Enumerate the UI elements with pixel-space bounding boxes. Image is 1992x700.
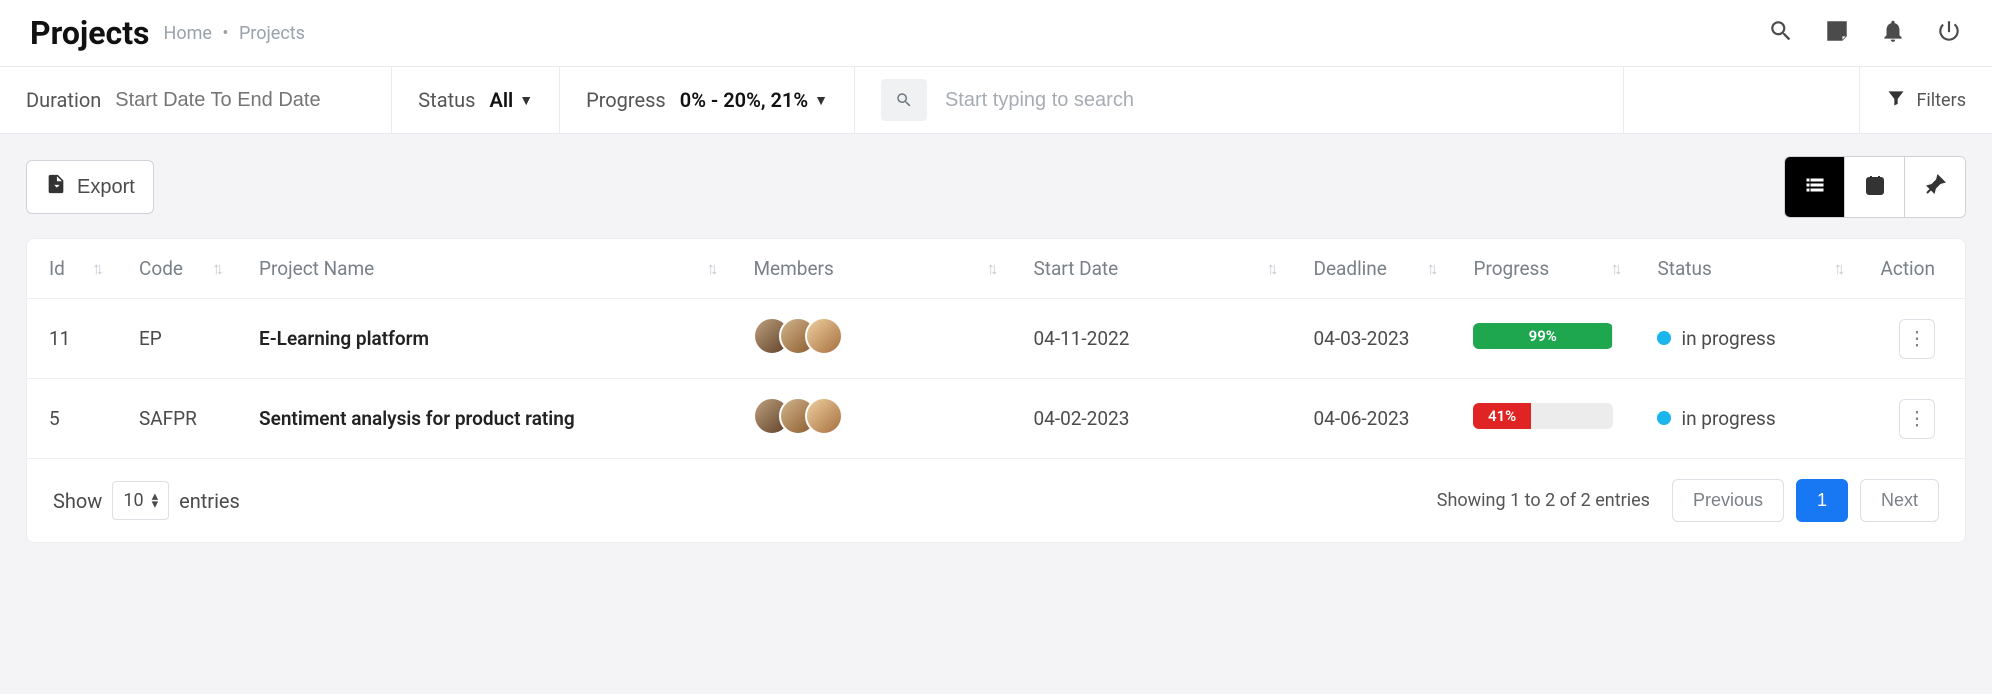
cell-action: ⋮ <box>1858 379 1965 459</box>
cell-deadline: 04-03-2023 <box>1291 299 1451 379</box>
progress-value[interactable]: 0% - 20%, 21% ▼ <box>680 88 828 112</box>
duration-input[interactable] <box>115 89 365 112</box>
table-row: 5 SAFPR Sentiment analysis for product r… <box>27 379 1965 459</box>
projects-table-panel: Id↑↓ Code↑↓ Project Name↑↓ Members↑↓ Sta… <box>26 238 1966 543</box>
cell-code: EP <box>117 299 237 379</box>
col-members[interactable]: Members↑↓ <box>731 239 1011 299</box>
calendar-icon <box>1863 173 1887 202</box>
cell-members <box>731 379 1011 459</box>
cell-action: ⋮ <box>1858 299 1965 379</box>
pin-view-button[interactable] <box>1905 157 1965 217</box>
avatar[interactable] <box>805 317 843 355</box>
show-label: Show <box>53 489 102 513</box>
more-vertical-icon: ⋮ <box>1908 407 1927 430</box>
page-title: Projects <box>30 14 149 52</box>
export-icon <box>45 173 67 201</box>
cell-project-name[interactable]: Sentiment analysis for product rating <box>237 379 731 459</box>
cell-project-name[interactable]: E-Learning platform <box>237 299 731 379</box>
col-project-name[interactable]: Project Name↑↓ <box>237 239 731 299</box>
cell-deadline: 04-06-2023 <box>1291 379 1451 459</box>
row-actions-button[interactable]: ⋮ <box>1899 319 1935 359</box>
col-status[interactable]: Status↑↓ <box>1635 239 1858 299</box>
search-cell <box>855 67 1624 133</box>
search-icon[interactable] <box>881 79 927 121</box>
status-filter[interactable]: Status All ▼ <box>392 67 560 133</box>
col-progress[interactable]: Progress↑↓ <box>1451 239 1635 299</box>
bell-icon[interactable] <box>1880 18 1906 49</box>
progress-filter[interactable]: Progress 0% - 20%, 21% ▼ <box>560 67 855 133</box>
entries-selector: Show 10 ▴▾ entries <box>53 481 240 520</box>
breadcrumb-separator: • <box>216 23 234 44</box>
cell-members <box>731 299 1011 379</box>
caret-down-icon: ▼ <box>814 92 828 109</box>
status-dot-icon <box>1657 411 1671 425</box>
breadcrumb: Home • Projects <box>163 23 304 44</box>
row-actions-button[interactable]: ⋮ <box>1899 399 1935 439</box>
search-icon[interactable] <box>1768 18 1794 49</box>
filters-button[interactable]: Filters <box>1860 67 1992 133</box>
cell-status: in progress <box>1635 379 1858 459</box>
cell-id: 5 <box>27 379 117 459</box>
filters-label: Filters <box>1916 90 1966 111</box>
pagination: Previous 1 Next <box>1672 479 1939 522</box>
table-row: 11 EP E-Learning platform 04-11-2022 04-… <box>27 299 1965 379</box>
col-start-date[interactable]: Start Date↑↓ <box>1011 239 1291 299</box>
cell-progress: 99% <box>1451 299 1635 379</box>
col-code[interactable]: Code↑↓ <box>117 239 237 299</box>
duration-filter[interactable]: Duration <box>0 67 392 133</box>
col-deadline[interactable]: Deadline↑↓ <box>1291 239 1451 299</box>
note-icon[interactable] <box>1824 18 1850 49</box>
projects-table: Id↑↓ Code↑↓ Project Name↑↓ Members↑↓ Sta… <box>27 239 1965 459</box>
cell-code: SAFPR <box>117 379 237 459</box>
page-1-button[interactable]: 1 <box>1796 479 1848 522</box>
entries-label: entries <box>179 489 240 513</box>
export-button[interactable]: Export <box>26 160 154 214</box>
list-view-button[interactable] <box>1785 157 1845 217</box>
calendar-view-button[interactable] <box>1845 157 1905 217</box>
sort-icon: ▴▾ <box>152 493 159 509</box>
search-input[interactable] <box>945 89 1305 112</box>
view-toggle <box>1784 156 1966 218</box>
cell-status: in progress <box>1635 299 1858 379</box>
caret-down-icon: ▼ <box>519 92 533 109</box>
prev-button[interactable]: Previous <box>1672 479 1784 522</box>
more-vertical-icon: ⋮ <box>1908 327 1927 350</box>
col-action: Action <box>1858 239 1965 299</box>
status-label: Status <box>418 88 475 112</box>
breadcrumb-current: Projects <box>239 23 305 44</box>
filter-icon <box>1886 88 1906 113</box>
status-dot-icon <box>1657 331 1671 345</box>
entries-select[interactable]: 10 ▴▾ <box>112 481 169 520</box>
pin-icon <box>1923 173 1947 202</box>
col-id[interactable]: Id↑↓ <box>27 239 117 299</box>
member-avatars[interactable] <box>753 317 843 355</box>
cell-id: 11 <box>27 299 117 379</box>
member-avatars[interactable] <box>753 397 843 435</box>
export-label: Export <box>77 176 135 199</box>
cell-start-date: 04-11-2022 <box>1011 299 1291 379</box>
next-button[interactable]: Next <box>1860 479 1939 522</box>
breadcrumb-home[interactable]: Home <box>163 23 211 44</box>
avatar[interactable] <box>805 397 843 435</box>
list-icon <box>1803 173 1827 202</box>
status-value[interactable]: All ▼ <box>489 88 533 112</box>
cell-start-date: 04-02-2023 <box>1011 379 1291 459</box>
entries-summary: Showing 1 to 2 of 2 entries <box>1437 490 1650 511</box>
duration-label: Duration <box>26 88 101 112</box>
power-icon[interactable] <box>1936 18 1962 49</box>
cell-progress: 41% <box>1451 379 1635 459</box>
progress-label: Progress <box>586 88 666 112</box>
